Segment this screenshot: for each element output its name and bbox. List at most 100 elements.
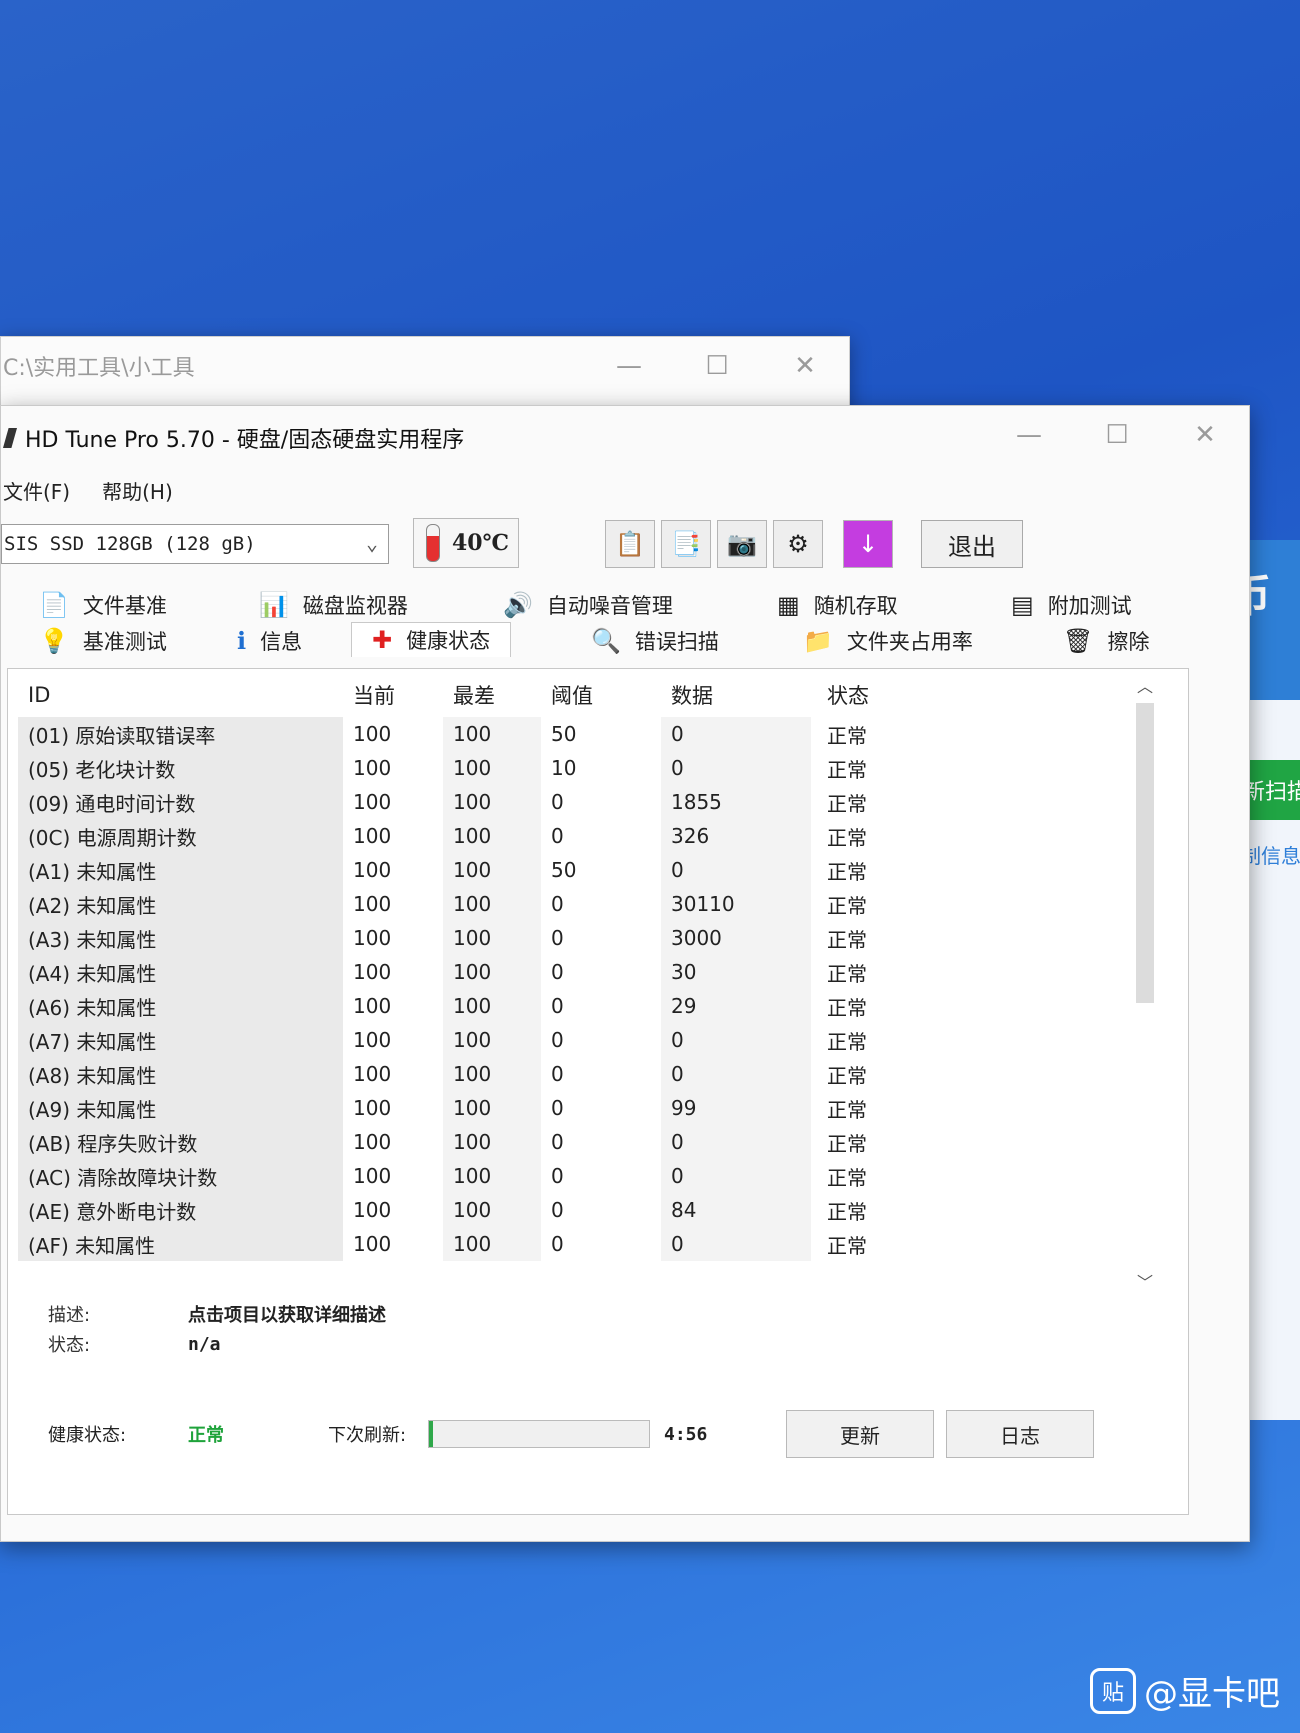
tab-file-benchmark[interactable]: 📄 文件基准	[39, 590, 167, 620]
update-button[interactable]: 更新	[786, 1410, 934, 1458]
tab-benchmark[interactable]: 💡 基准测试	[39, 626, 167, 656]
cell-data: 84	[661, 1193, 811, 1227]
cell-data: 30110	[661, 887, 811, 921]
screenshot-button[interactable]: 📷	[717, 520, 767, 568]
tab-noise-management[interactable]: 🔊 自动噪音管理	[503, 590, 673, 620]
next-refresh-label: 下次刷新:	[328, 1425, 407, 1446]
refresh-countdown: 4:56	[664, 1423, 708, 1445]
bg-maximize-button[interactable]: ☐	[673, 337, 761, 395]
health-status-value: 正常	[188, 1425, 224, 1446]
tab-disk-monitor[interactable]: 📊 磁盘监视器	[259, 590, 408, 620]
table-row[interactable]: (A1) 未知属性 100 100 50 0 正常	[18, 853, 1168, 887]
log-button[interactable]: 日志	[946, 1410, 1094, 1458]
table-row[interactable]: (09) 通电时间计数 100 100 0 1855 正常	[18, 785, 1168, 819]
tab-label: 基准测试	[82, 630, 167, 654]
col-header-status[interactable]: 状态	[811, 680, 931, 710]
maximize-button[interactable]: ☐	[1073, 406, 1161, 464]
table-row[interactable]: (0C) 电源周期计数 100 100 0 326 正常	[18, 819, 1168, 853]
cell-id: (A4) 未知属性	[18, 955, 343, 989]
tab-label: 磁盘监视器	[302, 594, 408, 618]
bg-close-button[interactable]: ✕	[761, 337, 849, 395]
cell-current: 100	[353, 1062, 392, 1086]
camera-icon: 📷	[727, 530, 757, 558]
cell-data: 0	[661, 717, 811, 751]
table-row[interactable]: (A7) 未知属性 100 100 0 0 正常	[18, 1023, 1168, 1057]
magnifier-icon: 🔍	[591, 627, 621, 655]
cell-data: 326	[661, 819, 811, 853]
table-row[interactable]: (AB) 程序失败计数 100 100 0 0 正常	[18, 1125, 1168, 1159]
table-row[interactable]: (01) 原始读取错误率 100 100 50 0 正常	[18, 717, 1168, 751]
cell-worst: 100	[443, 717, 541, 751]
save-button[interactable]: ↓	[843, 520, 893, 568]
cell-current: 100	[353, 1232, 392, 1256]
tab-label: 文件基准	[82, 594, 167, 618]
close-button[interactable]: ✕	[1161, 406, 1249, 464]
col-header-current[interactable]: 当前	[343, 680, 443, 710]
tab-folder-usage[interactable]: 📁 文件夹占用率	[803, 626, 973, 656]
cell-threshold: 0	[551, 1130, 564, 1154]
col-header-data[interactable]: 数据	[661, 673, 811, 717]
table-row[interactable]: (A8) 未知属性 100 100 0 0 正常	[18, 1057, 1168, 1091]
tab-erase[interactable]: 🗑 擦除	[1063, 626, 1149, 656]
tab-extra-tests[interactable]: ▤ 附加测试	[1011, 590, 1132, 620]
copy-icon: 📋	[615, 530, 645, 558]
chart-icon: 📊	[259, 591, 289, 619]
copy-all-button[interactable]: 📑	[661, 520, 711, 568]
col-header-threshold[interactable]: 阈值	[541, 680, 661, 710]
cell-current: 100	[353, 994, 392, 1018]
table-row[interactable]: (A3) 未知属性 100 100 0 3000 正常	[18, 921, 1168, 955]
tab-health[interactable]: ✚ 健康状态	[351, 622, 512, 657]
table-scrollbar[interactable]: ︿ ﹀	[1134, 673, 1156, 1293]
bg-minimize-button[interactable]: —	[585, 337, 673, 395]
smart-table[interactable]: ID 当前 最差 阈值 数据 状态 (01) 原始读取错误率 100 100 50 0 正…	[18, 673, 1168, 1293]
table-row[interactable]: (AC) 清除故障块计数 100 100 0 0 正常	[18, 1159, 1168, 1193]
tab-label: 附加测试	[1047, 594, 1132, 618]
menu-file[interactable]: 文件(F)	[3, 476, 70, 505]
description-area: 描述: 点击项目以获取详细描述 状态: n/a	[48, 1299, 386, 1359]
cell-status: 正常	[827, 791, 867, 816]
col-header-id[interactable]: ID	[18, 673, 343, 717]
tieba-badge-icon: 贴	[1090, 1667, 1136, 1714]
menu-help[interactable]: 帮助(H)	[102, 476, 173, 505]
title-bar: HD Tune Pro 5.70 - 硬盘/固态硬盘实用程序 — ☐ ✕	[1, 406, 1249, 470]
table-row[interactable]: (A2) 未知属性 100 100 0 30110 正常	[18, 887, 1168, 921]
cell-id: (AF) 未知属性	[18, 1227, 343, 1261]
table-row[interactable]: (A6) 未知属性 100 100 0 29 正常	[18, 989, 1168, 1023]
cell-threshold: 0	[551, 1198, 564, 1222]
cell-status: 正常	[827, 1063, 867, 1088]
tab-info[interactable]: ℹ 信息	[237, 626, 302, 656]
table-row[interactable]: (A9) 未知属性 100 100 0 99 正常	[18, 1091, 1168, 1125]
tab-random-access[interactable]: ▦ 随机存取	[777, 590, 898, 620]
cell-id: (A8) 未知属性	[18, 1057, 343, 1091]
cell-data: 1855	[661, 785, 811, 819]
drive-select[interactable]: SIS SSD 128GB (128 gB) ⌄	[1, 524, 389, 564]
speaker-icon: 🔊	[503, 591, 533, 619]
tab-label: 随机存取	[813, 594, 898, 618]
cell-status: 正常	[827, 825, 867, 850]
exit-button[interactable]: 退出	[921, 520, 1023, 568]
table-row[interactable]: (05) 老化块计数 100 100 10 0 正常	[18, 751, 1168, 785]
scroll-down-icon[interactable]: ﹀	[1134, 1269, 1156, 1293]
cell-id: (AB) 程序失败计数	[18, 1125, 343, 1159]
health-cross-icon: ✚	[372, 626, 393, 654]
tab-error-scan[interactable]: 🔍 错误扫描	[591, 626, 719, 656]
table-row[interactable]: (AE) 意外断电计数 100 100 0 84 正常	[18, 1193, 1168, 1227]
cell-status: 正常	[827, 1097, 867, 1122]
cell-worst: 100	[443, 853, 541, 887]
col-header-worst[interactable]: 最差	[443, 673, 541, 717]
scroll-up-icon[interactable]: ︿	[1134, 673, 1156, 697]
cell-current: 100	[353, 790, 392, 814]
cell-threshold: 0	[551, 926, 564, 950]
refresh-progress-bar	[428, 1420, 650, 1448]
table-row[interactable]: (A4) 未知属性 100 100 0 30 正常	[18, 955, 1168, 989]
cell-threshold: 0	[551, 1096, 564, 1120]
cell-current: 100	[353, 1028, 392, 1052]
file-icon: 📄	[39, 591, 69, 619]
cell-data: 3000	[661, 921, 811, 955]
minimize-button[interactable]: —	[985, 406, 1073, 464]
copy-text-button[interactable]: 📋	[605, 520, 655, 568]
scroll-thumb[interactable]	[1136, 703, 1154, 1003]
options-button[interactable]: ⚙	[773, 520, 823, 568]
table-row[interactable]: (AF) 未知属性 100 100 0 0 正常	[18, 1227, 1168, 1261]
cell-status: 正常	[827, 995, 867, 1020]
